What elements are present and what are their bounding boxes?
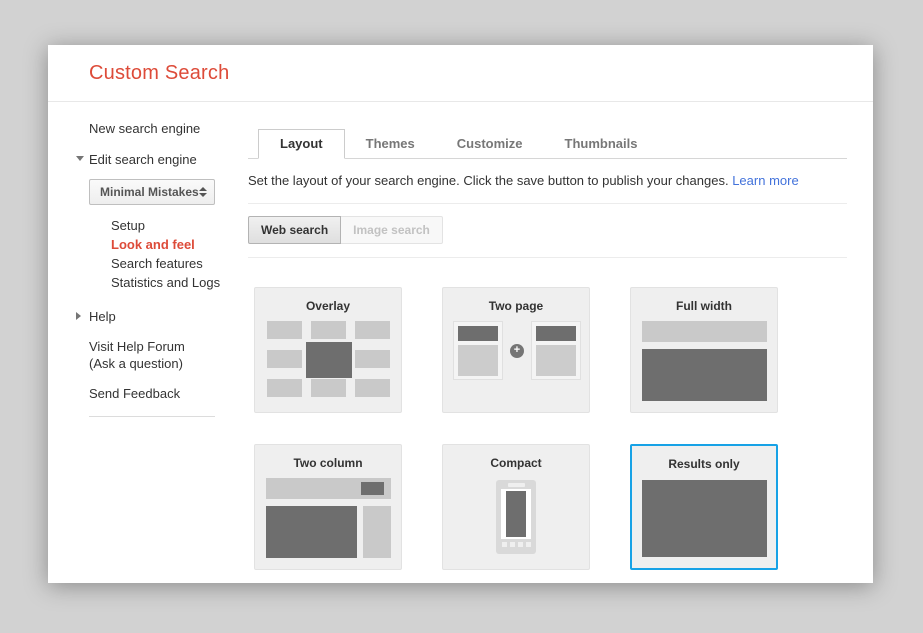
- overlay-popup-block: [306, 342, 352, 378]
- ask-a-question-label: (Ask a question): [89, 355, 248, 372]
- engine-select-dropdown[interactable]: Minimal Mistakes: [89, 179, 215, 205]
- phone-screen: [501, 489, 531, 539]
- mini-page-left: [453, 321, 503, 380]
- search-type-toggle: Web search Image search: [248, 216, 847, 244]
- tab-thumbnails[interactable]: Thumbnails: [544, 130, 659, 158]
- up-down-spinner-icon: [199, 187, 207, 197]
- engine-select-value: Minimal Mistakes: [100, 185, 199, 199]
- main-column-block: [266, 506, 357, 558]
- layout-options-grid: Overlay Two page: [254, 287, 847, 570]
- sidebar-divider: [89, 416, 215, 417]
- visit-help-forum-label: Visit Help Forum: [89, 338, 248, 355]
- page-title: Custom Search: [89, 62, 229, 84]
- layout-option-overlay[interactable]: Overlay: [254, 287, 402, 413]
- sidebar-item-visit-help-forum[interactable]: Visit Help Forum (Ask a question): [89, 338, 248, 372]
- header-chip-block: [361, 482, 384, 495]
- web-search-toggle-button[interactable]: Web search: [248, 216, 341, 244]
- layout-option-title: Compact: [490, 456, 541, 470]
- compact-layout-icon: [496, 480, 536, 554]
- tab-customize[interactable]: Customize: [436, 130, 544, 158]
- layout-option-two-column[interactable]: Two column: [254, 444, 402, 570]
- header-bar-block: [266, 478, 391, 499]
- triangle-right-icon: [76, 312, 81, 320]
- results-only-layout-icon: [642, 480, 767, 557]
- custom-search-window: Custom Search New search engine Edit sea…: [48, 45, 873, 583]
- engine-section-nav: Setup Look and feel Search features Stat…: [111, 218, 248, 291]
- tab-layout[interactable]: Layout: [258, 129, 345, 159]
- layout-option-title: Two column: [293, 456, 362, 470]
- sidebar-item-setup[interactable]: Setup: [111, 218, 248, 234]
- sidebar-item-statistics-and-logs[interactable]: Statistics and Logs: [111, 275, 248, 291]
- mini-page-right: [531, 321, 581, 380]
- desktop-background: { "window": { "title": "Custom Search" }…: [0, 0, 923, 633]
- learn-more-link[interactable]: Learn more: [732, 173, 798, 188]
- new-search-engine-label: New search engine: [89, 121, 248, 136]
- layout-option-title: Two page: [489, 299, 543, 313]
- main-content: Layout Themes Customize Thumbnails Set t…: [248, 102, 873, 570]
- send-feedback-label: Send Feedback: [89, 386, 180, 401]
- layout-option-title: Full width: [676, 299, 732, 313]
- sidebar-item-new-search-engine[interactable]: New search engine: [89, 121, 248, 136]
- sidebar-item-edit-search-engine[interactable]: Edit search engine: [89, 152, 248, 167]
- sidebar-item-send-feedback[interactable]: Send Feedback: [89, 386, 248, 401]
- spinner-down-arrow-icon: [199, 193, 207, 197]
- content-divider-bottom: [248, 257, 847, 258]
- circle-plus-icon: [510, 344, 524, 358]
- phone-buttons: [502, 542, 531, 547]
- tab-themes[interactable]: Themes: [345, 130, 436, 158]
- tab-bar: Layout Themes Customize Thumbnails: [248, 129, 847, 159]
- app-header: Custom Search: [48, 45, 873, 102]
- sidebar-item-help[interactable]: Help: [89, 309, 248, 324]
- layout-option-results-only[interactable]: Results only: [630, 444, 778, 570]
- side-column-block: [363, 506, 391, 558]
- app-body: New search engine Edit search engine Min…: [48, 102, 873, 570]
- sidebar-item-search-features[interactable]: Search features: [111, 256, 248, 272]
- help-label: Help: [89, 309, 248, 324]
- layout-option-two-page[interactable]: Two page: [442, 287, 590, 413]
- image-search-toggle-button[interactable]: Image search: [341, 216, 443, 244]
- layout-option-title: Results only: [668, 457, 739, 471]
- layout-description: Set the layout of your search engine. Cl…: [248, 173, 847, 188]
- sidebar-item-look-and-feel[interactable]: Look and feel: [111, 237, 248, 253]
- search-box-block: [642, 321, 767, 342]
- description-text: Set the layout of your search engine. Cl…: [248, 173, 729, 188]
- layout-option-title: Overlay: [306, 299, 350, 313]
- triangle-down-icon: [76, 156, 84, 161]
- layout-option-full-width[interactable]: Full width: [630, 287, 778, 413]
- spinner-up-arrow-icon: [199, 187, 207, 191]
- phone-speaker: [508, 483, 525, 487]
- results-block: [642, 349, 767, 401]
- content-divider-top: [248, 203, 847, 204]
- sidebar: New search engine Edit search engine Min…: [48, 102, 248, 570]
- edit-search-engine-label: Edit search engine: [89, 152, 248, 167]
- layout-option-compact[interactable]: Compact: [442, 444, 590, 570]
